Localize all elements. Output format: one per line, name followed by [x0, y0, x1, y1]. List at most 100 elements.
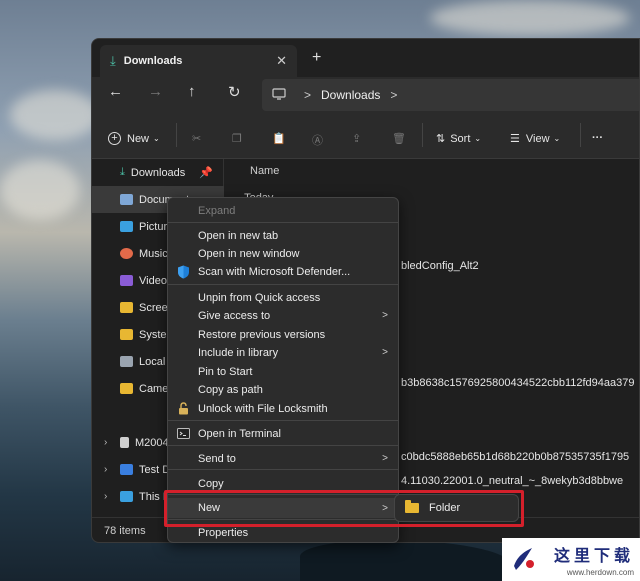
defender-shield-icon: [176, 265, 190, 279]
sort-button[interactable]: ⇅ Sort ⌄: [436, 132, 482, 146]
view-button[interactable]: ☰ View ⌄: [510, 132, 561, 146]
column-header-name[interactable]: Name: [250, 165, 279, 177]
view-icon: ☰: [510, 133, 520, 145]
refresh-button[interactable]: ↻: [228, 83, 241, 101]
chevron-down-icon: ⌄: [153, 134, 160, 143]
menu-item-restore-versions[interactable]: Restore previous versions: [168, 325, 398, 344]
tab-downloads[interactable]: ⤓ Downloads ✕: [100, 45, 297, 77]
breadcrumb-chevron-icon[interactable]: >: [390, 88, 397, 102]
file-name[interactable]: c0bdc5888eb65b1d68b220b0b87535735f1795: [401, 451, 629, 463]
menu-item-file-locksmith[interactable]: Unlock with File Locksmith: [168, 399, 398, 418]
device-icon: [120, 437, 129, 448]
dropbox-icon: [120, 464, 133, 475]
menu-item-label: Scan with Microsoft Defender...: [198, 265, 351, 278]
chevron-right-icon: >: [382, 347, 388, 358]
menu-item-open-terminal[interactable]: Open in Terminal: [168, 424, 398, 443]
tab-title: Downloads: [123, 55, 183, 67]
music-icon: [120, 248, 133, 259]
sidebar-item-downloads[interactable]: ⤓ Downloads 📌: [92, 159, 224, 186]
watermark-logo-icon: [514, 548, 534, 570]
menu-item-pin-start[interactable]: Pin to Start: [168, 362, 398, 381]
breadcrumb-chevron-icon: >: [304, 88, 312, 102]
back-button[interactable]: ←: [108, 83, 123, 100]
menu-divider: [168, 445, 398, 446]
delete-icon[interactable]: 🗑: [392, 132, 406, 145]
highlight-box: [164, 490, 524, 527]
copy-icon[interactable]: ❐: [232, 132, 242, 145]
menu-item-label: Include in library: [198, 346, 279, 359]
wallpaper-cloud: [0, 160, 80, 220]
new-tab-button[interactable]: +: [312, 49, 321, 67]
menu-item-scan-defender[interactable]: Scan with Microsoft Defender...: [168, 262, 398, 281]
menu-item-label: Send to: [198, 452, 236, 465]
more-options-button[interactable]: ···: [592, 132, 603, 144]
menu-item-open-new-tab[interactable]: Open in new tab: [168, 226, 398, 245]
rename-icon[interactable]: Ⓐ: [312, 132, 323, 148]
menu-divider: [168, 469, 398, 470]
download-icon: ⤓: [110, 53, 116, 68]
menu-divider: [168, 420, 398, 421]
menu-item-label: Properties: [198, 526, 249, 539]
close-tab-icon[interactable]: ✕: [276, 53, 287, 69]
folder-icon: [120, 302, 133, 313]
menu-item-expand[interactable]: Expand: [168, 201, 398, 220]
share-icon[interactable]: ⇪: [352, 132, 361, 145]
watermark-domain: www.herdown.com: [566, 568, 634, 577]
cut-icon[interactable]: ✂: [192, 132, 201, 145]
folder-icon: [120, 383, 133, 394]
up-button[interactable]: ↑: [188, 83, 196, 100]
menu-item-label: Unpin from Quick access: [198, 291, 321, 304]
menu-item-unpin-quick-access[interactable]: Unpin from Quick access: [168, 288, 398, 307]
forward-button[interactable]: →: [148, 83, 163, 100]
videos-icon: [120, 275, 133, 286]
file-name[interactable]: b3b8638c1576925800434522cbb112fd94aa379: [401, 377, 634, 389]
menu-item-copy-path[interactable]: Copy as path: [168, 380, 398, 399]
menu-divider: [168, 284, 398, 285]
chevron-down-icon: ⌄: [553, 134, 561, 143]
menu-item-open-new-window[interactable]: Open in new window: [168, 244, 398, 263]
document-icon: [120, 194, 133, 205]
menu-item-label: Open in new window: [198, 247, 300, 260]
chevron-down-icon: ⌄: [474, 134, 482, 143]
menu-item-label: Restore previous versions: [198, 328, 326, 341]
plus-circle-icon: +: [108, 132, 121, 145]
item-count: 78 items: [104, 525, 146, 537]
chevron-right-icon[interactable]: ›: [104, 464, 107, 475]
menu-item-give-access[interactable]: Give access to >: [168, 306, 398, 325]
chevron-right-icon: >: [382, 310, 388, 321]
menu-item-include-library[interactable]: Include in library >: [168, 343, 398, 362]
menu-item-label: Copy as path: [198, 383, 263, 396]
menu-item-label: Copy: [198, 477, 224, 490]
pictures-icon: [120, 221, 133, 232]
computer-icon: [120, 491, 133, 502]
chevron-right-icon[interactable]: ›: [104, 437, 107, 448]
address-bar[interactable]: > Downloads >: [262, 79, 639, 111]
terminal-icon: [176, 427, 190, 441]
watermark-text: 这里下载: [553, 546, 634, 565]
tab-bar: ⤓ Downloads ✕ +: [92, 39, 639, 77]
chevron-right-icon[interactable]: ›: [104, 491, 107, 502]
sidebar-item-label: Downloads: [130, 166, 186, 179]
menu-item-label: Expand: [198, 204, 236, 217]
sort-icon: ⇅: [436, 133, 446, 145]
lock-icon: [176, 402, 190, 416]
pin-icon: 📌: [199, 167, 213, 179]
new-button[interactable]: + New ⌄: [108, 132, 160, 145]
toolbar-divider: [422, 123, 423, 147]
file-name[interactable]: 4.11030.22001.0_neutral_~_8wekyb3d8bbwe: [401, 475, 623, 487]
view-button-label: View: [525, 132, 550, 145]
menu-item-send-to[interactable]: Send to >: [168, 449, 398, 468]
menu-item-label: Pin to Start: [198, 365, 253, 378]
paste-icon[interactable]: 📋: [272, 132, 286, 145]
wallpaper-cloud: [430, 0, 630, 36]
file-name[interactable]: bledConfig_Alt2: [401, 260, 479, 272]
menu-item-label: Unlock with File Locksmith: [198, 402, 328, 415]
sidebar-item-label: M2004: [135, 436, 169, 449]
computer-icon: [272, 87, 286, 103]
download-icon: ⤓: [120, 166, 125, 178]
folder-icon: [120, 329, 133, 340]
breadcrumb-downloads[interactable]: Downloads: [321, 88, 380, 102]
toolbar-divider: [176, 123, 177, 147]
watermark: 这里下载 www.herdown.com: [502, 538, 640, 581]
chevron-right-icon: >: [382, 453, 388, 464]
